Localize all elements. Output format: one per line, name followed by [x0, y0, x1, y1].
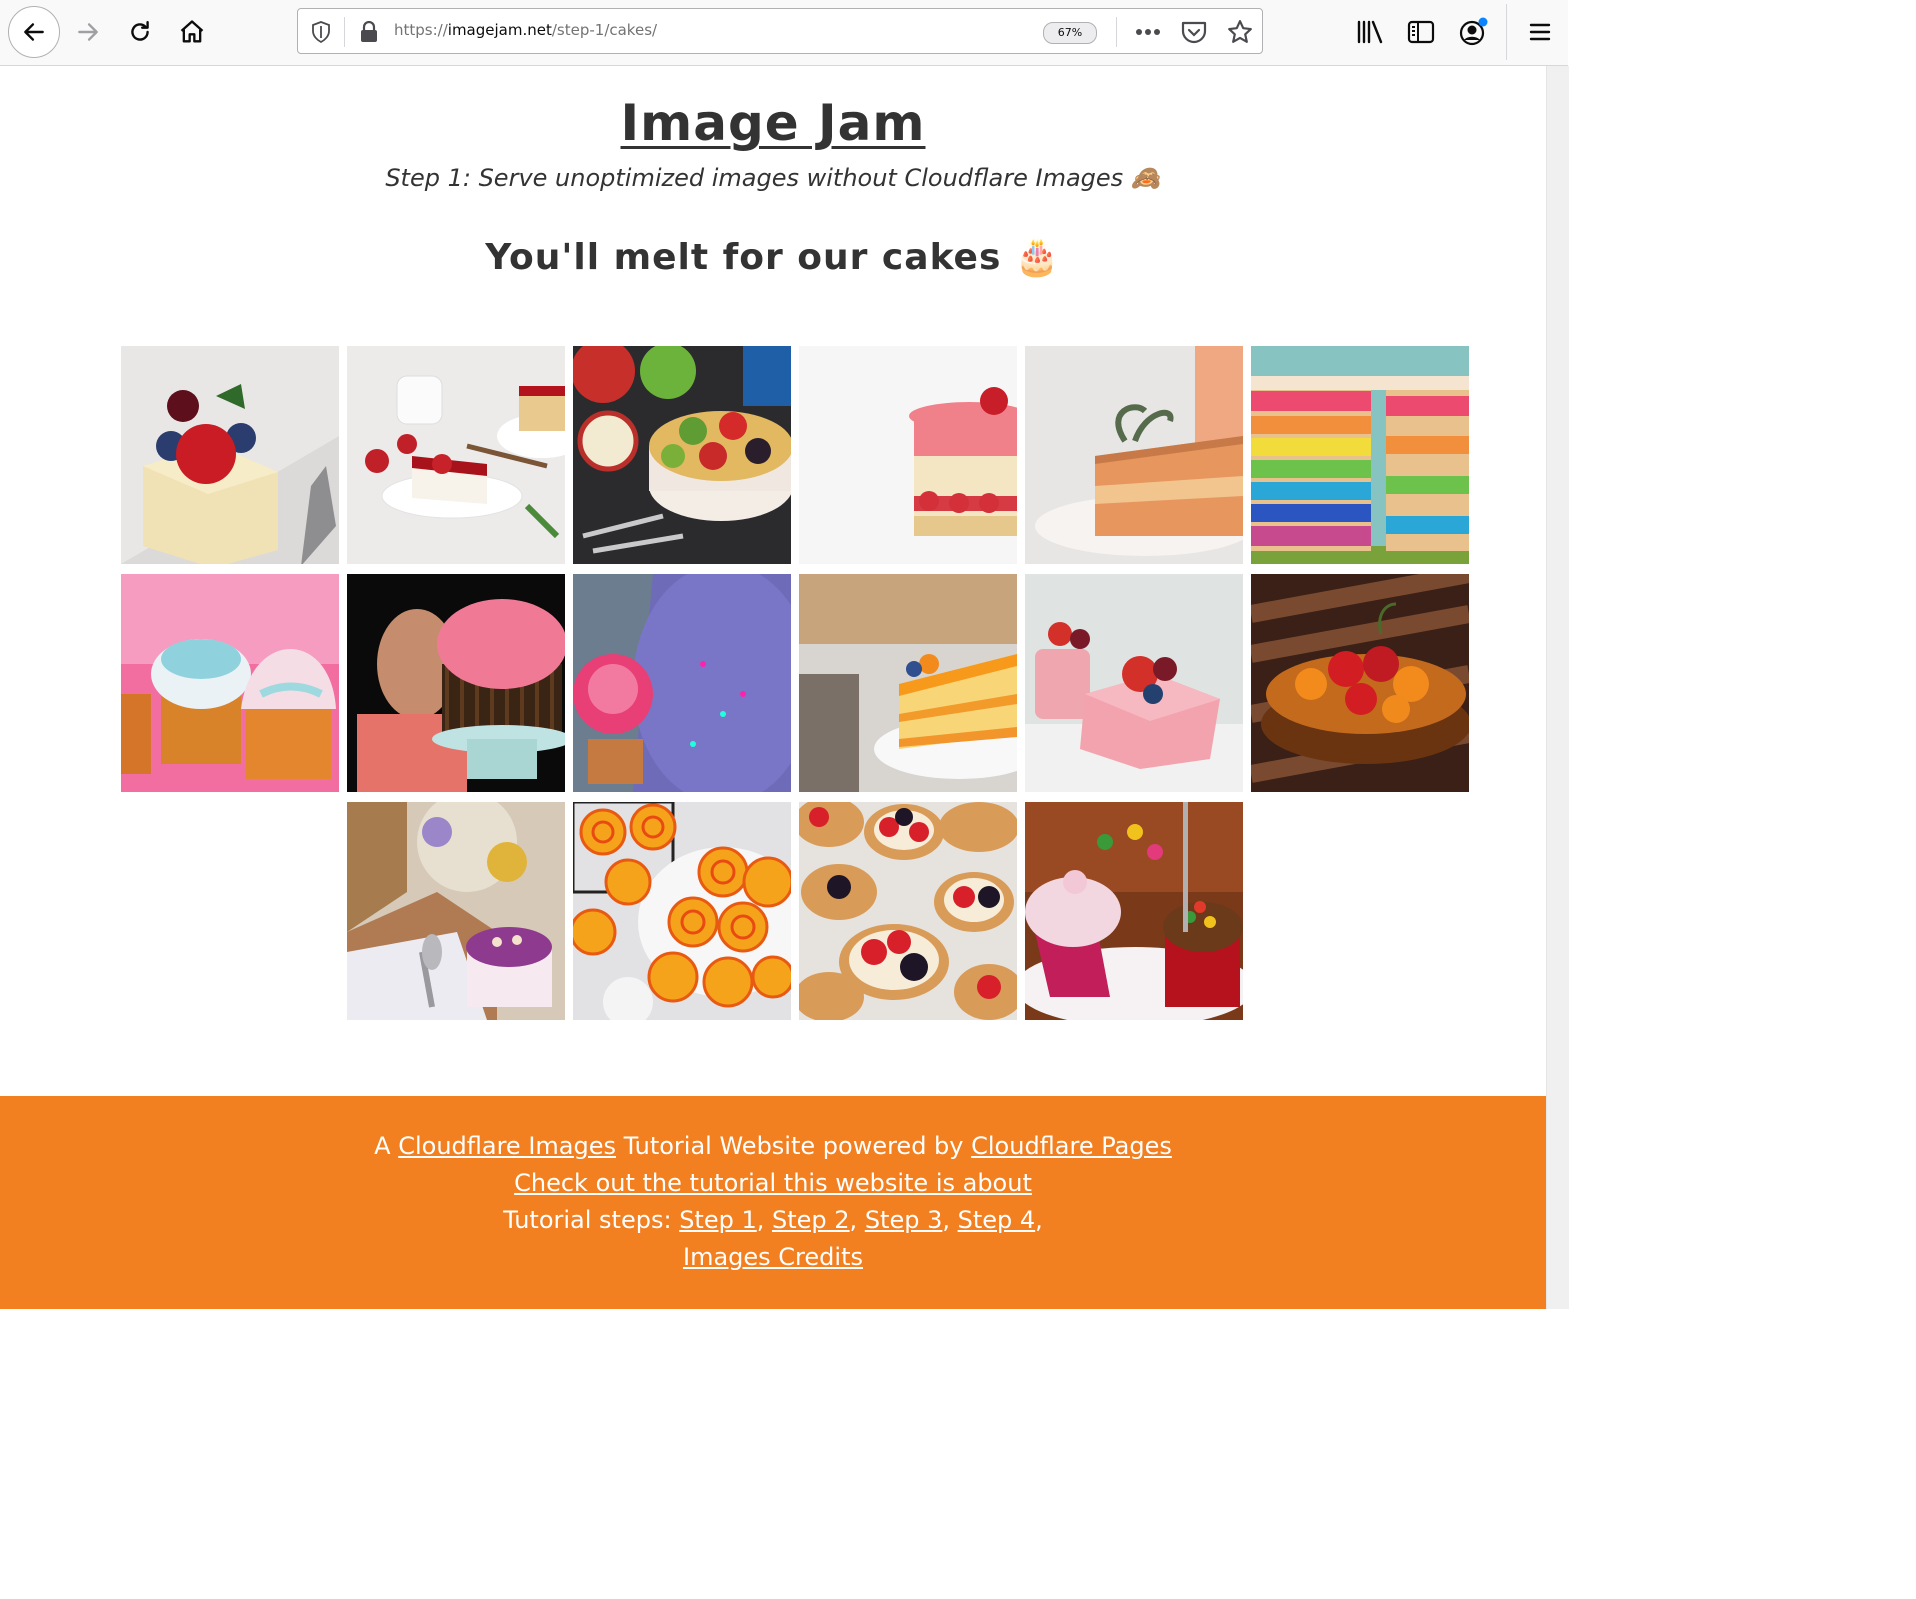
cake-photo-9[interactable] — [573, 574, 791, 792]
menu-icon[interactable] — [1520, 12, 1560, 52]
lock-icon[interactable] — [356, 19, 382, 45]
reload-button[interactable] — [116, 8, 164, 56]
url-divider — [344, 17, 345, 47]
footer-line-4: Images Credits — [0, 1239, 1546, 1276]
more-icon[interactable] — [1133, 17, 1163, 47]
cake-photo-8[interactable] — [347, 574, 565, 792]
site-title-link[interactable]: Image Jam — [621, 94, 926, 152]
footer-line-2: Check out the tutorial this website is a… — [0, 1165, 1546, 1202]
page-content: Image Jam Step 1: Serve unoptimized imag… — [0, 66, 1546, 1309]
cake-photo-16[interactable] — [1025, 802, 1243, 1020]
step-4-link[interactable]: Step 4 — [958, 1206, 1036, 1234]
reload-icon — [131, 21, 149, 41]
cake-photo-14[interactable] — [573, 802, 791, 1020]
browser-toolbar: https://imagejam.net/step-1/cakes/ 67% — [0, 0, 1568, 66]
forward-button[interactable] — [64, 8, 112, 56]
step-2-link[interactable]: Step 2 — [772, 1206, 850, 1234]
cake-photo-4[interactable] — [799, 346, 1017, 564]
cloudflare-pages-link[interactable]: Cloudflare Pages — [971, 1132, 1172, 1160]
forward-arrow-icon — [78, 23, 98, 41]
shield-icon[interactable] — [308, 19, 334, 45]
footer-line-1: A Cloudflare Images Tutorial Website pow… — [0, 1128, 1546, 1165]
step-3-link[interactable]: Step 3 — [865, 1206, 943, 1234]
back-button[interactable] — [8, 6, 60, 58]
section-heading: You'll melt for our cakes 🎂 — [485, 237, 1061, 278]
star-icon[interactable] — [1225, 17, 1255, 47]
cloudflare-images-link[interactable]: Cloudflare Images — [398, 1132, 616, 1160]
cake-photo-6[interactable] — [1251, 346, 1469, 564]
page-scrollbar[interactable] — [1546, 66, 1569, 1309]
home-icon — [180, 20, 204, 43]
cake-photo-2[interactable] — [347, 346, 565, 564]
home-button[interactable] — [168, 8, 216, 56]
account-icon[interactable] — [1453, 12, 1493, 52]
cake-photo-3[interactable] — [573, 346, 791, 564]
cake-photo-13[interactable] — [347, 802, 565, 1020]
zoom-level-badge[interactable]: 67% — [1043, 22, 1097, 44]
cake-photo-12[interactable] — [1251, 574, 1469, 792]
url-text[interactable]: https://imagejam.net/step-1/cakes/ — [394, 21, 657, 39]
url-divider — [1116, 17, 1117, 47]
footer-text: Tutorial steps: — [503, 1206, 680, 1234]
cake-photo-7[interactable] — [121, 574, 339, 792]
footer-text: A — [374, 1132, 399, 1160]
pocket-icon[interactable] — [1179, 17, 1209, 47]
cake-photo-5[interactable] — [1025, 346, 1243, 564]
toolbar-divider — [1506, 4, 1507, 60]
sidebar-icon[interactable] — [1401, 12, 1441, 52]
back-arrow-icon — [24, 23, 44, 41]
cake-photo-15[interactable] — [799, 802, 1017, 1020]
url-bar[interactable]: https://imagejam.net/step-1/cakes/ 67% — [297, 8, 1263, 54]
cake-photo-10[interactable] — [799, 574, 1017, 792]
page-subtitle: Step 1: Serve unoptimized images without… — [385, 164, 1161, 192]
footer-text: Tutorial Website powered by — [615, 1132, 972, 1160]
library-icon[interactable] — [1350, 12, 1390, 52]
footer-line-3: Tutorial steps: Step 1, Step 2, Step 3, … — [503, 1206, 1043, 1234]
site-footer: A Cloudflare Images Tutorial Website pow… — [0, 1096, 1546, 1309]
cake-photo-1[interactable] — [121, 346, 339, 564]
site-title: Image Jam — [0, 94, 1546, 152]
step-1-link[interactable]: Step 1 — [679, 1206, 757, 1234]
cake-photo-11[interactable] — [1025, 574, 1243, 792]
images-credits-link[interactable]: Images Credits — [683, 1243, 863, 1271]
tutorial-link[interactable]: Check out the tutorial this website is a… — [514, 1169, 1032, 1197]
